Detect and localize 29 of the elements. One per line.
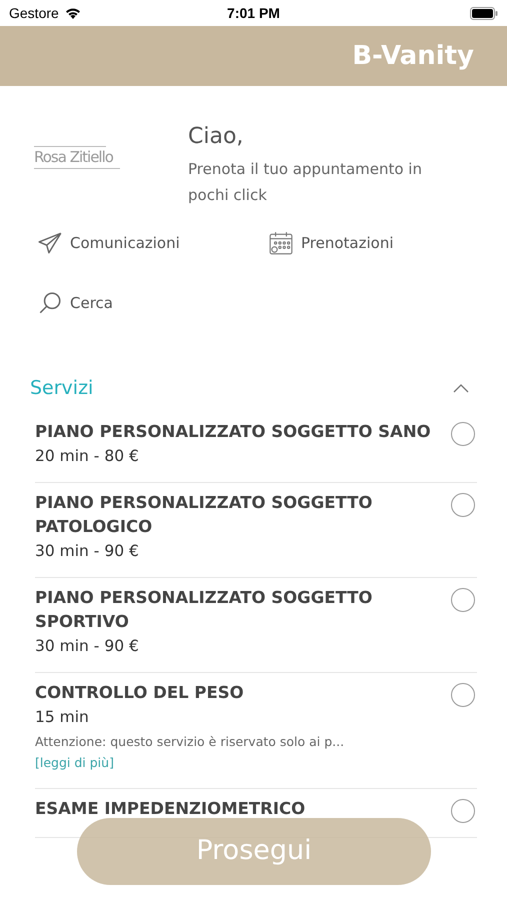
greeting-title: Ciao,	[188, 123, 244, 151]
radio-button[interactable]	[451, 588, 475, 612]
radio-button[interactable]	[451, 493, 475, 517]
service-title: PIANO PERSONALIZZATO SOGGETTO SPORTIVO	[35, 587, 374, 633]
service-title: CONTROLLO DEL PESO	[35, 682, 245, 704]
radio-button[interactable]	[451, 683, 475, 707]
paper-plane-icon	[37, 230, 63, 256]
wifi-icon	[64, 6, 82, 20]
service-note: Attenzione: questo servizio è riservato solo ai p...	[35, 733, 346, 751]
service-title: ESAME IMPEDENZIOMETRICO	[35, 798, 306, 820]
radio-button[interactable]	[451, 422, 475, 446]
section-title: Servizi	[30, 376, 94, 401]
service-duration-price: 20 min - 80 €	[35, 446, 140, 467]
battery-icon	[470, 6, 498, 20]
shortcut-link[interactable]: Cerca	[37, 290, 272, 316]
service-duration-price: 15 min	[35, 707, 90, 728]
chevron-up-icon[interactable]	[453, 383, 469, 393]
greeting-subtitle: Prenota il tuo appuntamento in pochi click	[188, 159, 423, 206]
logo: Rosa Zitiello	[34, 122, 188, 208]
service-title: PIANO PERSONALIZZATO SOGGETTO SANO	[35, 421, 432, 443]
status-time: 7:01 PM	[227, 4, 280, 22]
calendar-icon	[268, 230, 294, 256]
service-title: PIANO PERSONALIZZATO SOGGETTO PATOLOGICO	[35, 492, 374, 538]
service-duration-price: 30 min - 90 €	[35, 636, 140, 657]
search-icon	[37, 290, 63, 316]
service-duration-price: 30 min - 90 €	[35, 541, 140, 562]
app-title: B-Vanity	[352, 40, 474, 72]
radio-button[interactable]	[451, 799, 475, 823]
carrier-name: Gestore	[9, 4, 59, 22]
